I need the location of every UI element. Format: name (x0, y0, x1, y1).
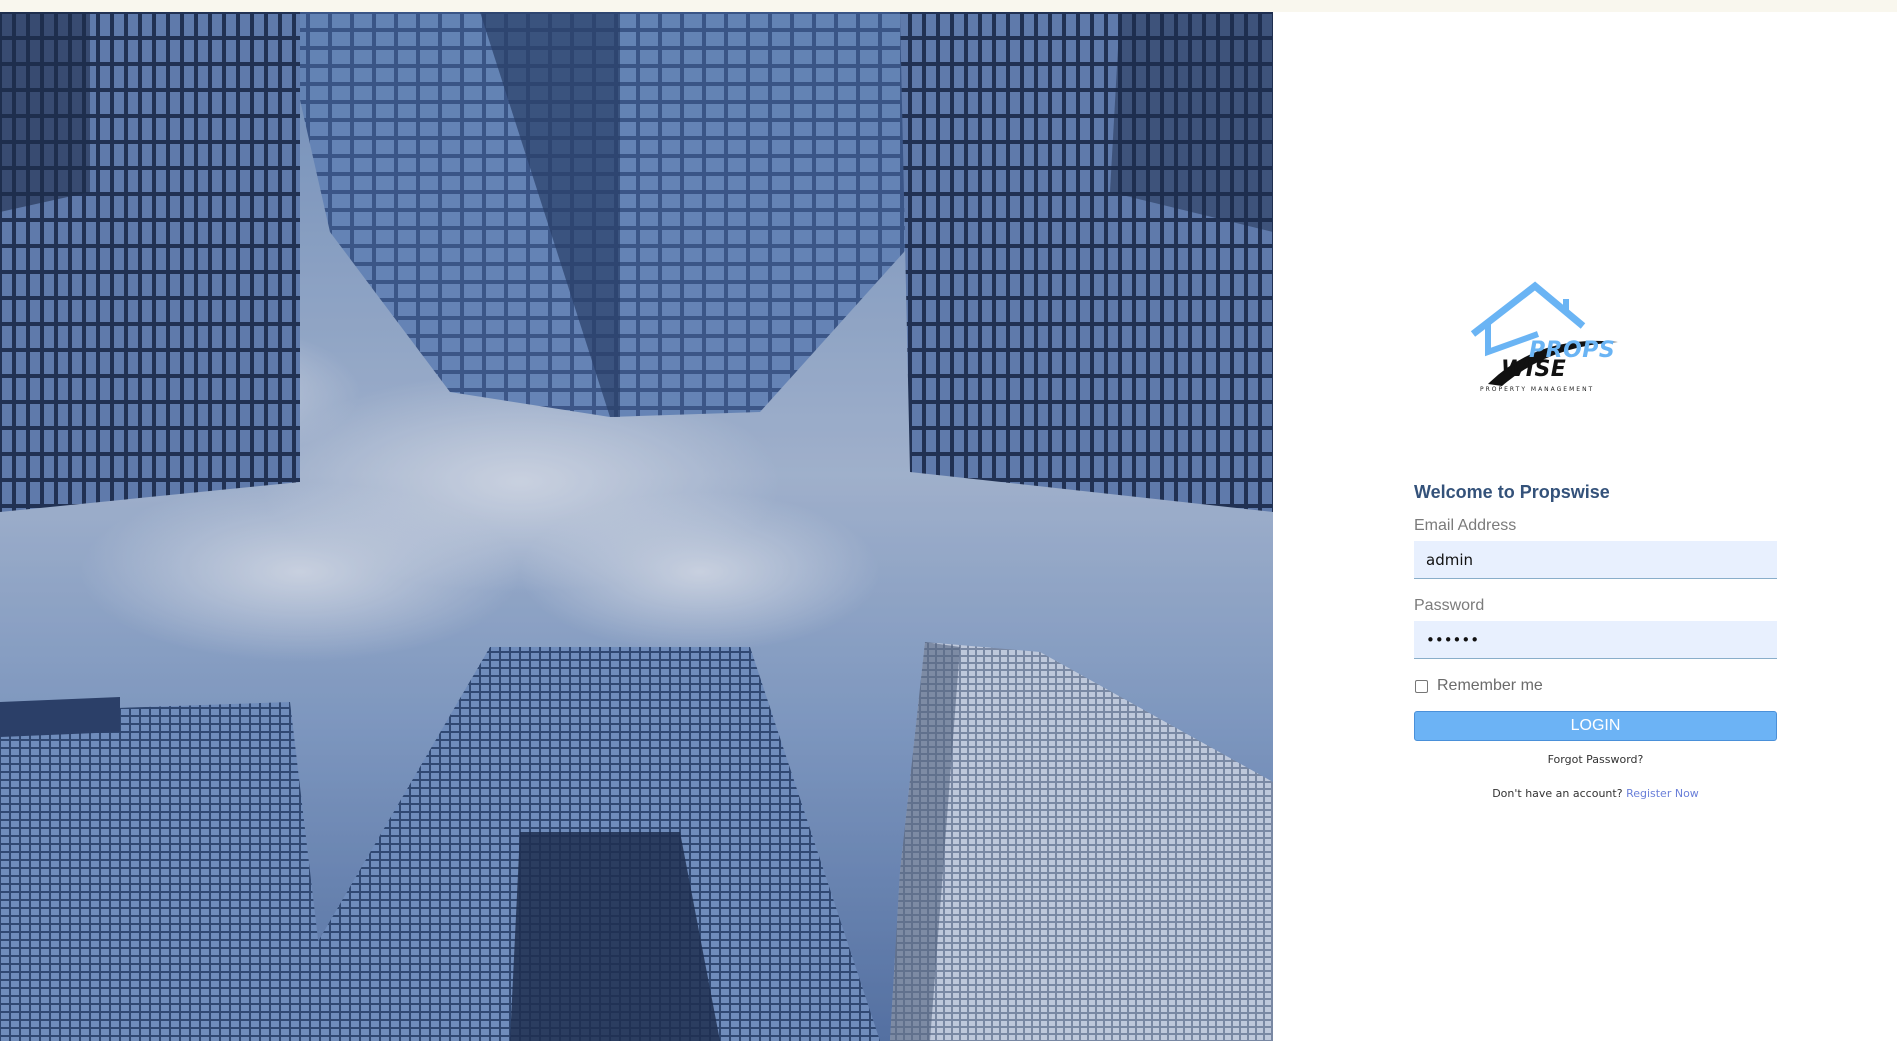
register-row: Don't have an account? Register Now (1414, 787, 1777, 800)
email-label: Email Address (1414, 517, 1517, 534)
login-form: Welcome to Propswise Email Address admin… (1414, 479, 1777, 800)
login-button[interactable]: LOGIN (1414, 711, 1777, 741)
forgot-password-link[interactable]: Forgot Password? (1414, 753, 1777, 769)
remember-me-label[interactable]: Remember me (1437, 677, 1543, 695)
remember-me-checkbox[interactable] (1415, 679, 1428, 693)
logo-subtitle: PROPERTY MANAGEMENT (1480, 386, 1595, 393)
register-now-link[interactable]: Register Now (1626, 787, 1699, 800)
register-prompt: Don't have an account? (1492, 787, 1623, 800)
login-panel: PROPS WISE PROPERTY MANAGEMENT Welcome t… (1273, 12, 1897, 1041)
skyscrapers-illustration (0, 12, 1273, 1041)
login-page: PROPS WISE PROPERTY MANAGEMENT Welcome t… (0, 0, 1897, 1041)
email-field[interactable]: admin (1414, 541, 1777, 579)
password-field[interactable]: •••••• (1414, 621, 1777, 659)
password-label: Password (1414, 597, 1485, 614)
remember-me-row: Remember me (1414, 675, 1777, 697)
hero-image (0, 12, 1273, 1041)
logo-wordmark-wise: WISE (1501, 357, 1567, 382)
welcome-title: Welcome to Propswise (1414, 482, 1610, 502)
